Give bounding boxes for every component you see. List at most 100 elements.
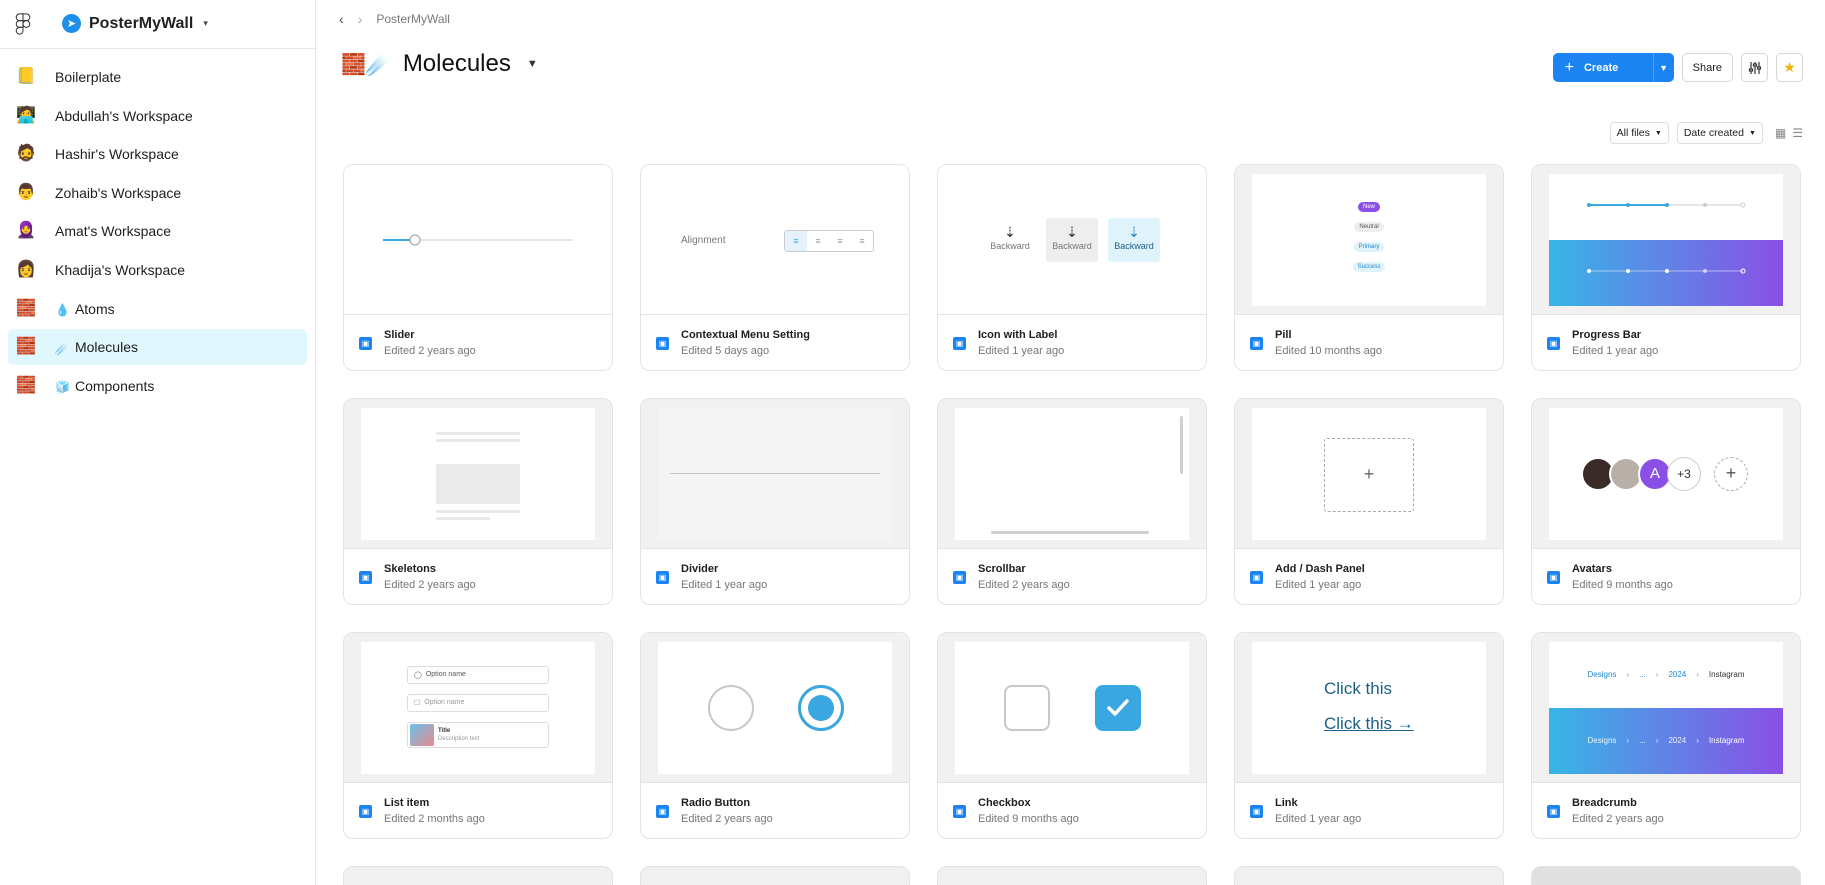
card-name: Checkbox bbox=[978, 797, 1031, 809]
card-edited: Edited 2 years ago bbox=[1572, 813, 1664, 825]
file-card[interactable] bbox=[1531, 866, 1801, 885]
team-switcher[interactable]: ➤ PosterMyWall ▾ bbox=[62, 14, 208, 33]
file-icon: ▣ bbox=[359, 336, 372, 350]
grid-view-icon[interactable]: ▦ bbox=[1775, 126, 1786, 140]
sidebar-item-amat[interactable]: 🧕 Amat's Workspace bbox=[8, 213, 307, 249]
dash-panel-preview: + bbox=[1324, 437, 1414, 512]
sidebar-item-abdullah[interactable]: 🧑‍💻 Abdullah's Workspace bbox=[8, 98, 307, 134]
card-edited: Edited 2 years ago bbox=[978, 579, 1070, 591]
file-card[interactable]: ▣ Checkbox Edited 9 months ago bbox=[937, 632, 1207, 839]
file-grid: ▣ Slider Edited 2 years ago Alignment ≡ ≡ … bbox=[343, 164, 1801, 839]
chevron-down-icon[interactable]: ▼ bbox=[1654, 63, 1674, 73]
sidebar-item-atoms[interactable]: 🧱 💧 Atoms bbox=[8, 291, 307, 327]
thumbnail bbox=[938, 399, 1206, 549]
file-icon: ▣ bbox=[1250, 336, 1263, 350]
sidebar-item-label: Amat's Workspace bbox=[55, 223, 172, 240]
sidebar-item-zohaib[interactable]: 👨 Zohaib's Workspace bbox=[8, 175, 307, 211]
file-card[interactable]: Click this Click this → ▣ Link Edited 1 ye… bbox=[1234, 632, 1504, 839]
file-card[interactable] bbox=[343, 866, 613, 885]
card-edited: Edited 9 months ago bbox=[1572, 579, 1673, 591]
progress-preview-light bbox=[1587, 202, 1746, 207]
settings-button[interactable] bbox=[1741, 53, 1768, 82]
card-text: Contextual Menu Setting Edited 5 days ago bbox=[681, 329, 810, 357]
thumbnail bbox=[344, 165, 612, 315]
card-name: Avatars bbox=[1572, 563, 1612, 575]
file-card[interactable]: A +3 + ▣ Avatars Edited 9 months ago bbox=[1531, 398, 1801, 605]
file-card[interactable]: ▣ Slider Edited 2 years ago bbox=[343, 164, 613, 371]
file-card[interactable] bbox=[1234, 866, 1504, 885]
preview-title: Title bbox=[438, 727, 451, 734]
sidebar-item-label: Hashir's Workspace bbox=[55, 146, 179, 163]
file-card[interactable]: ▣ Radio Button Edited 2 years ago bbox=[640, 632, 910, 839]
thumbnail-frame bbox=[955, 641, 1189, 774]
file-card[interactable] bbox=[640, 866, 910, 885]
card-meta: ▣ Avatars Edited 9 months ago bbox=[1532, 549, 1800, 604]
forward-arrow-icon[interactable]: › bbox=[358, 11, 363, 27]
avatar-overflow: +3 bbox=[1667, 456, 1701, 491]
file-icon: ▣ bbox=[359, 804, 372, 818]
breadcrumb-current[interactable]: PosterMyWall bbox=[376, 12, 450, 26]
file-card[interactable]: ▣ Skeletons Edited 2 years ago bbox=[343, 398, 613, 605]
comet-icon: ☄️ bbox=[55, 341, 70, 356]
file-icon: ▣ bbox=[1547, 336, 1560, 350]
sort-dropdown[interactable]: Date created ▼ bbox=[1676, 122, 1763, 144]
sidebar-item-khadija[interactable]: 👩 Khadija's Workspace bbox=[8, 252, 307, 288]
file-card[interactable]: Designs › ... › 2024 › Instagram Designs › .… bbox=[1531, 632, 1801, 839]
figma-logo-icon[interactable] bbox=[14, 13, 32, 35]
file-card[interactable]: ▣ Scrollbar Edited 2 years ago bbox=[937, 398, 1207, 605]
card-name: Pill bbox=[1275, 329, 1292, 341]
thumbnail: ◯ Option name ☐ Option name Title Descripti… bbox=[344, 633, 612, 783]
person-icon: 👩 bbox=[16, 260, 36, 278]
file-card[interactable] bbox=[937, 866, 1207, 885]
circle-icon: ◯ bbox=[414, 671, 422, 679]
card-meta: ▣ Link Edited 1 year ago bbox=[1235, 783, 1503, 838]
thumbnail bbox=[641, 633, 909, 783]
file-card[interactable]: ▣ Progress Bar Edited 1 year ago bbox=[1531, 164, 1801, 371]
sidebar-item-components[interactable]: 🧱 🧊 Components bbox=[8, 368, 307, 404]
thumbnail-frame bbox=[658, 641, 892, 774]
file-card[interactable]: ◯ Option name ☐ Option name Title Descripti… bbox=[343, 632, 613, 839]
page-title-text: Molecules bbox=[402, 50, 511, 77]
create-button[interactable]: + Create ▼ bbox=[1552, 53, 1674, 82]
preview-label: Designs bbox=[1587, 670, 1617, 679]
arrow-right-icon: → bbox=[1396, 713, 1414, 733]
sidebar-item-text: Atoms bbox=[74, 300, 115, 317]
sidebar-item-molecules[interactable]: 🧱 ☄️ Molecules bbox=[8, 329, 307, 366]
align-left-icon: ≡ bbox=[785, 231, 807, 251]
file-filter-dropdown[interactable]: All files ▼ bbox=[1609, 122, 1669, 144]
sidebar-item-boilerplate[interactable]: 📒 Boilerplate bbox=[8, 59, 307, 95]
file-card[interactable]: Alignment ≡ ≡ ≡ ≡ ▣ Contextual Menu Setti… bbox=[640, 164, 910, 371]
list-item-preview: Title Description text bbox=[407, 721, 549, 748]
sidebar-item-hashir[interactable]: 🧔 Hashir's Workspace bbox=[8, 136, 307, 172]
list-view-icon[interactable]: ☰ bbox=[1792, 126, 1803, 140]
page-title[interactable]: 🧱☄️ Molecules ▼ bbox=[341, 50, 538, 78]
pill-preview: Primary bbox=[1353, 241, 1385, 252]
preview-label: Designs bbox=[1587, 736, 1617, 745]
card-text: Slider Edited 2 years ago bbox=[384, 329, 476, 357]
checkbox-unchecked-preview bbox=[1004, 684, 1050, 731]
file-icon: ▣ bbox=[953, 570, 966, 584]
breadcrumb: ‹ › PosterMyWall bbox=[339, 11, 450, 27]
sidebar-header: ➤ PosterMyWall ▾ bbox=[0, 0, 315, 49]
file-card[interactable]: ⇣ Backward ⇣ Backward ⇣ Backward ▣ Icon with… bbox=[937, 164, 1207, 371]
thumbnail: Click this Click this → bbox=[1235, 633, 1503, 783]
file-card[interactable]: ▣ Divider Edited 1 year ago bbox=[640, 398, 910, 605]
share-button[interactable]: Share bbox=[1681, 53, 1733, 82]
file-icon: ▣ bbox=[656, 570, 669, 584]
card-meta: ▣ Breadcrumb Edited 2 years ago bbox=[1532, 783, 1800, 838]
favorite-button[interactable]: ★ bbox=[1776, 53, 1803, 82]
list-item-preview: ☐ Option name bbox=[407, 693, 549, 712]
back-arrow-icon[interactable]: ‹ bbox=[339, 11, 344, 27]
progress-preview-dark bbox=[1549, 239, 1783, 306]
thumbnail-frame: Click this Click this → bbox=[1252, 641, 1486, 774]
card-meta: ▣ Scrollbar Edited 2 years ago bbox=[938, 549, 1206, 604]
file-card[interactable]: + ▣ Add / Dash Panel Edited 1 year ago bbox=[1234, 398, 1504, 605]
scrollbar-vertical-preview bbox=[1180, 415, 1183, 474]
plus-icon: + bbox=[1363, 464, 1375, 484]
card-meta: ▣ Contextual Menu Setting Edited 5 days ag… bbox=[641, 315, 909, 370]
alignment-buttons-preview: ≡ ≡ ≡ ≡ bbox=[784, 230, 874, 252]
file-card[interactable]: New Neutral Primary Success ▣ Pill Edited … bbox=[1234, 164, 1504, 371]
card-text: Avatars Edited 9 months ago bbox=[1572, 563, 1673, 591]
avatar-initial: A bbox=[1649, 465, 1660, 482]
icon-label-preview: ⇣ Backward ⇣ Backward ⇣ Backward bbox=[984, 217, 1160, 262]
